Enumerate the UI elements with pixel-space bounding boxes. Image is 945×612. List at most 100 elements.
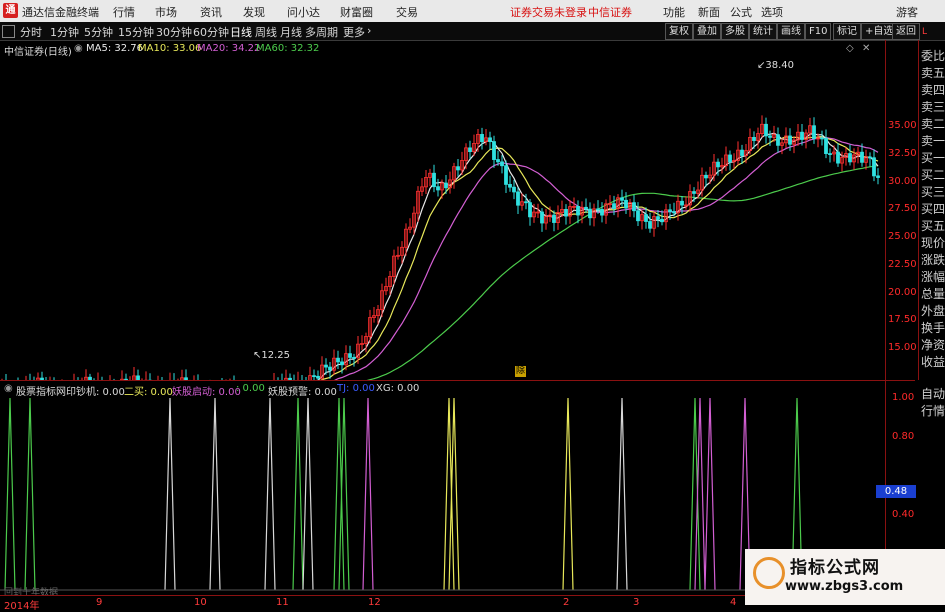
ind-tick: 0.40 bbox=[892, 509, 915, 520]
candle-body bbox=[776, 134, 780, 146]
price-tick: 20.00 bbox=[888, 287, 917, 298]
candle-body bbox=[552, 214, 556, 223]
signal-spike bbox=[704, 397, 716, 591]
candle-body bbox=[336, 357, 340, 363]
candle-body bbox=[636, 210, 640, 222]
signal-spike bbox=[338, 397, 350, 591]
window-icon[interactable] bbox=[2, 25, 15, 38]
ql-sell3: 卖三 bbox=[921, 100, 945, 114]
candle-body bbox=[764, 123, 768, 137]
candle-body bbox=[868, 156, 872, 159]
ql-eps: 收益 bbox=[921, 355, 945, 369]
menu-faxian[interactable]: 发现 bbox=[243, 4, 265, 20]
menu-caifuquan[interactable]: 财富圈 bbox=[340, 4, 373, 20]
ma60-line bbox=[366, 164, 879, 380]
price-tick: 32.50 bbox=[888, 148, 917, 159]
signal-spike bbox=[689, 397, 701, 591]
tool-biaoji[interactable]: 标记 bbox=[833, 23, 861, 40]
candle-body bbox=[624, 199, 628, 209]
period-more[interactable]: 更多 bbox=[343, 24, 365, 40]
period-15min[interactable]: 15分钟 bbox=[118, 24, 154, 40]
menu-shichang[interactable]: 市场 bbox=[155, 4, 177, 20]
tool-diejia[interactable]: 叠加 bbox=[693, 23, 721, 40]
guest-label[interactable]: 游客 bbox=[896, 4, 918, 20]
tool-fuquan[interactable]: 复权 bbox=[665, 23, 693, 40]
ma10-line bbox=[320, 135, 879, 380]
tool-huaxian[interactable]: 画线 bbox=[777, 23, 805, 40]
login-notice[interactable]: 证券交易未登录 bbox=[510, 4, 587, 20]
candle-body bbox=[752, 137, 756, 141]
period-5min[interactable]: 5分钟 bbox=[84, 24, 113, 40]
candle-body bbox=[860, 151, 864, 163]
auto-quote-2[interactable]: 行情 bbox=[921, 402, 945, 419]
menu-gongneng[interactable]: 功能 bbox=[663, 4, 685, 20]
x-tick: 11 bbox=[276, 597, 289, 608]
period-multi[interactable]: 多周期 bbox=[305, 24, 338, 40]
tool-duogu[interactable]: 多股 bbox=[721, 23, 749, 40]
menu-wenxiaoda[interactable]: 问小达 bbox=[287, 4, 320, 20]
price-tick: 17.50 bbox=[888, 314, 917, 325]
tool-tongji[interactable]: 统计 bbox=[749, 23, 777, 40]
menu-hangqing[interactable]: 行情 bbox=[113, 4, 135, 20]
menu-jiaoyi[interactable]: 交易 bbox=[396, 4, 418, 20]
candle-body bbox=[504, 165, 508, 185]
candle-body bbox=[328, 366, 332, 371]
candle-body bbox=[680, 200, 684, 206]
signal-spike bbox=[209, 397, 221, 591]
candle-body bbox=[516, 191, 520, 206]
menu-gongshi[interactable]: 公式 bbox=[730, 4, 752, 20]
high-price-label: 38.40 bbox=[765, 60, 795, 71]
candle-body bbox=[740, 149, 744, 156]
tool-f10[interactable]: F10 bbox=[805, 23, 832, 40]
side-tab-icon[interactable]: L bbox=[922, 27, 927, 37]
signal-spike bbox=[448, 397, 460, 591]
period-daily[interactable]: 日线 bbox=[230, 24, 252, 40]
tool-fanhui[interactable]: 返回 bbox=[892, 23, 920, 40]
ma20-line bbox=[334, 136, 879, 380]
period-60min[interactable]: 60分钟 bbox=[193, 24, 229, 40]
signal-spike bbox=[616, 397, 628, 591]
signal-spike bbox=[24, 397, 36, 591]
price-tick: 25.00 bbox=[888, 231, 917, 242]
period-1min[interactable]: 1分钟 bbox=[50, 24, 79, 40]
menu-zixun[interactable]: 资讯 bbox=[200, 4, 222, 20]
menu-xinmian[interactable]: 新面 bbox=[698, 4, 720, 20]
x-tick: 9 bbox=[96, 597, 103, 608]
candle-body bbox=[312, 375, 316, 378]
period-fenshi[interactable]: 分时 bbox=[20, 24, 42, 40]
candle-body bbox=[812, 125, 816, 139]
candle-body bbox=[836, 151, 840, 164]
candle-body bbox=[492, 141, 496, 160]
title-bar: 通 通达信金融终端 行情 市场 资讯 发现 问小达 财富圈 交易 证券交易未登录… bbox=[0, 0, 945, 23]
ex-rights-flag[interactable]: 除 bbox=[515, 366, 526, 377]
signal-spike bbox=[302, 397, 314, 591]
candle-body bbox=[468, 147, 472, 153]
candle-body bbox=[872, 157, 876, 177]
ql-outer: 外盘 bbox=[921, 304, 945, 318]
ql-turnover: 换手 bbox=[921, 321, 945, 335]
x-tick: 3 bbox=[633, 597, 640, 608]
candle-body bbox=[848, 153, 852, 163]
ql-buy3: 买三 bbox=[921, 185, 945, 199]
candle-body bbox=[656, 216, 660, 220]
signal-spike bbox=[562, 397, 574, 591]
candle-body bbox=[828, 153, 832, 155]
candle-body bbox=[512, 186, 516, 193]
candle-body bbox=[668, 209, 672, 213]
period-weekly[interactable]: 周线 bbox=[255, 24, 277, 40]
candle-body bbox=[564, 209, 568, 217]
x-tick: 10 bbox=[194, 597, 207, 608]
candle-body bbox=[528, 202, 532, 218]
candle-body bbox=[632, 202, 636, 212]
candle-body bbox=[644, 214, 648, 222]
chevron-right-icon[interactable]: › bbox=[367, 24, 371, 37]
kline-chart[interactable] bbox=[0, 40, 915, 380]
menu-xuanxiang[interactable]: 选项 bbox=[761, 4, 783, 20]
period-monthly[interactable]: 月线 bbox=[280, 24, 302, 40]
auto-quote-1[interactable]: 自动 bbox=[921, 385, 945, 402]
price-tick: 27.50 bbox=[888, 203, 917, 214]
app-name: 通达信金融终端 bbox=[22, 6, 99, 19]
period-30min[interactable]: 30分钟 bbox=[156, 24, 192, 40]
signal-spike bbox=[264, 397, 276, 591]
price-axis-line bbox=[885, 40, 886, 380]
